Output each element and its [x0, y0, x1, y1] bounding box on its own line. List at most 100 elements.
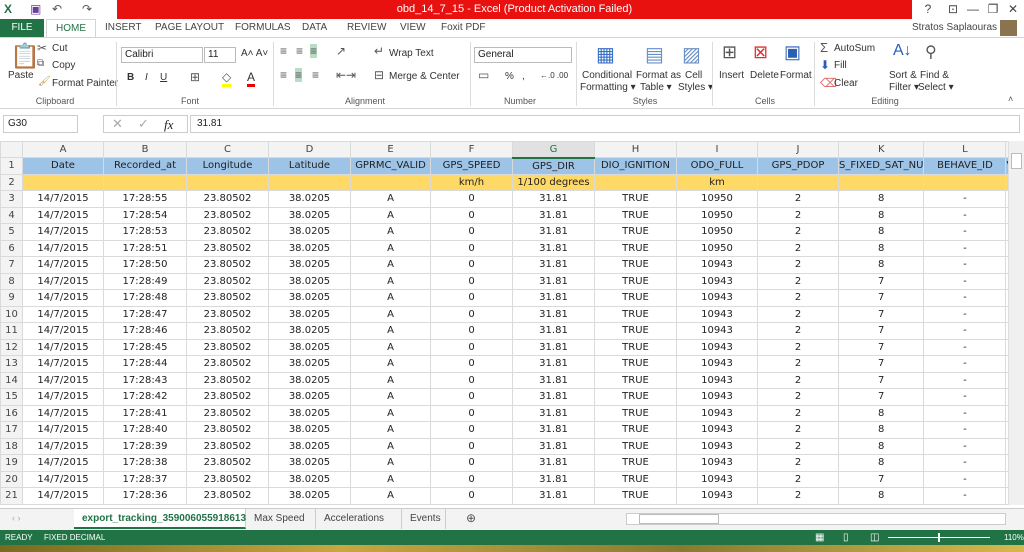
cell[interactable]: A	[350, 256, 431, 274]
cell[interactable]: -	[923, 272, 1007, 290]
row-header[interactable]: 18	[0, 437, 23, 455]
cell[interactable]: A	[350, 470, 431, 488]
cell[interactable]: TRUE	[594, 239, 677, 257]
row-header[interactable]: 13	[0, 355, 23, 373]
cell[interactable]: TRUE	[594, 437, 677, 455]
cell[interactable]: 10943	[676, 355, 758, 373]
copy-button[interactable]: Copy	[52, 60, 75, 71]
cell[interactable]: 14/7/2015	[22, 487, 104, 505]
align-center-icon[interactable]: ≡	[295, 68, 303, 82]
cell[interactable]: 10950	[676, 223, 758, 241]
tab-review[interactable]: REVIEW	[347, 19, 386, 37]
minimize-icon[interactable]: —	[963, 2, 983, 16]
cell[interactable]: A	[350, 404, 431, 422]
cell[interactable]: 17:28:53	[103, 223, 187, 241]
cell[interactable]: 31.81	[512, 239, 595, 257]
avatar[interactable]	[1000, 20, 1017, 36]
accounting-icon[interactable]: ▭	[478, 68, 489, 82]
cell[interactable]: -	[923, 289, 1007, 307]
cell[interactable]: 14/7/2015	[22, 289, 104, 307]
zoom-slider-thumb[interactable]	[938, 533, 940, 542]
column-header-E[interactable]: E	[350, 141, 431, 158]
cell[interactable]: 2	[757, 289, 839, 307]
cell[interactable]: 23.80502	[186, 239, 269, 257]
cell[interactable]: 0	[430, 256, 513, 274]
cell[interactable]: 23.80502	[186, 272, 269, 290]
cell[interactable]: 14/7/2015	[22, 223, 104, 241]
cell[interactable]: 17:28:51	[103, 239, 187, 257]
cell[interactable]: 14/7/2015	[22, 404, 104, 422]
align-bottom-icon[interactable]: ≡	[310, 44, 318, 58]
cell[interactable]: A	[350, 338, 431, 356]
cell[interactable]: 8	[837, 454, 925, 472]
row-header[interactable]: 20	[0, 470, 23, 488]
font-color-icon[interactable]: A	[247, 70, 256, 87]
cell[interactable]: -	[923, 470, 1007, 488]
cell[interactable]: 38.0205	[268, 454, 351, 472]
bold-button[interactable]: B	[127, 72, 134, 83]
close-icon[interactable]: ✕	[1003, 2, 1023, 16]
column-header-L[interactable]: L	[923, 141, 1007, 158]
cell[interactable]: BEHAVE_ID	[923, 157, 1007, 175]
cell[interactable]: 17:28:41	[103, 404, 187, 422]
cell[interactable]: TRUE	[594, 190, 677, 208]
cell[interactable]: 2	[757, 404, 839, 422]
align-left-icon[interactable]: ≡	[280, 68, 287, 82]
cell[interactable]: 0	[430, 371, 513, 389]
format-button[interactable]: Format	[780, 70, 812, 81]
save-icon[interactable]: ▣	[30, 2, 41, 16]
cell[interactable]: 0	[430, 388, 513, 406]
column-header-A[interactable]: A	[22, 141, 104, 158]
paste-icon[interactable]: 📋	[10, 42, 40, 71]
cell[interactable]: A	[350, 289, 431, 307]
cell[interactable]: 2	[757, 322, 839, 340]
cell[interactable]: 17:28:49	[103, 272, 187, 290]
wrap-text-button[interactable]: Wrap Text	[389, 48, 434, 59]
enter-icon[interactable]: ✓	[138, 116, 149, 132]
cell[interactable]: 10943	[676, 388, 758, 406]
cell[interactable]: TRUE	[594, 388, 677, 406]
column-header-F[interactable]: F	[430, 141, 513, 158]
cell[interactable]: Date	[22, 157, 104, 175]
borders-icon[interactable]: ⊞	[190, 70, 200, 84]
cell[interactable]: A	[350, 388, 431, 406]
conditional-formatting-button[interactable]: Conditional	[582, 70, 632, 81]
cell[interactable]: A	[350, 371, 431, 389]
cell[interactable]: 31.81	[512, 190, 595, 208]
redo-icon[interactable]: ↷	[82, 2, 92, 16]
cell[interactable]: -	[923, 355, 1007, 373]
underline-button[interactable]: U	[160, 72, 167, 83]
row-header[interactable]: 1	[0, 157, 23, 175]
cell[interactable]	[594, 173, 677, 191]
cell[interactable]: TRUE	[594, 404, 677, 422]
row-header[interactable]: 14	[0, 371, 23, 389]
cell[interactable]	[103, 173, 187, 191]
cell[interactable]: 38.0205	[268, 223, 351, 241]
cell[interactable]: 38.0205	[268, 289, 351, 307]
cell[interactable]: 2	[757, 454, 839, 472]
cell[interactable]: 2	[757, 371, 839, 389]
cell[interactable]: A	[350, 454, 431, 472]
cell[interactable]: -	[923, 305, 1007, 323]
cell[interactable]: 14/7/2015	[22, 239, 104, 257]
tab-foxit-pdf[interactable]: Foxit PDF	[441, 19, 485, 37]
cell[interactable]: 31.81	[512, 338, 595, 356]
cell[interactable]: 38.0205	[268, 437, 351, 455]
cell[interactable]: 31.81	[512, 206, 595, 224]
tab-view[interactable]: VIEW	[400, 19, 426, 37]
cell[interactable]: 23.80502	[186, 388, 269, 406]
fill-color-icon[interactable]: ◇	[222, 70, 232, 87]
cell[interactable]: TRUE	[594, 338, 677, 356]
cell[interactable]: 7	[837, 355, 925, 373]
h-scroll-thumb[interactable]	[639, 514, 719, 524]
cell[interactable]: 2	[757, 470, 839, 488]
cell[interactable]: 14/7/2015	[22, 371, 104, 389]
autosum-button[interactable]: AutoSum	[834, 43, 875, 54]
cell[interactable]: 7	[837, 322, 925, 340]
cell[interactable]: 31.81	[512, 256, 595, 274]
cell[interactable]: 10943	[676, 305, 758, 323]
cell[interactable]: TRUE	[594, 421, 677, 439]
merge-center-button[interactable]: Merge & Center	[389, 71, 460, 82]
cell[interactable]: A	[350, 355, 431, 373]
cell[interactable]: 14/7/2015	[22, 206, 104, 224]
